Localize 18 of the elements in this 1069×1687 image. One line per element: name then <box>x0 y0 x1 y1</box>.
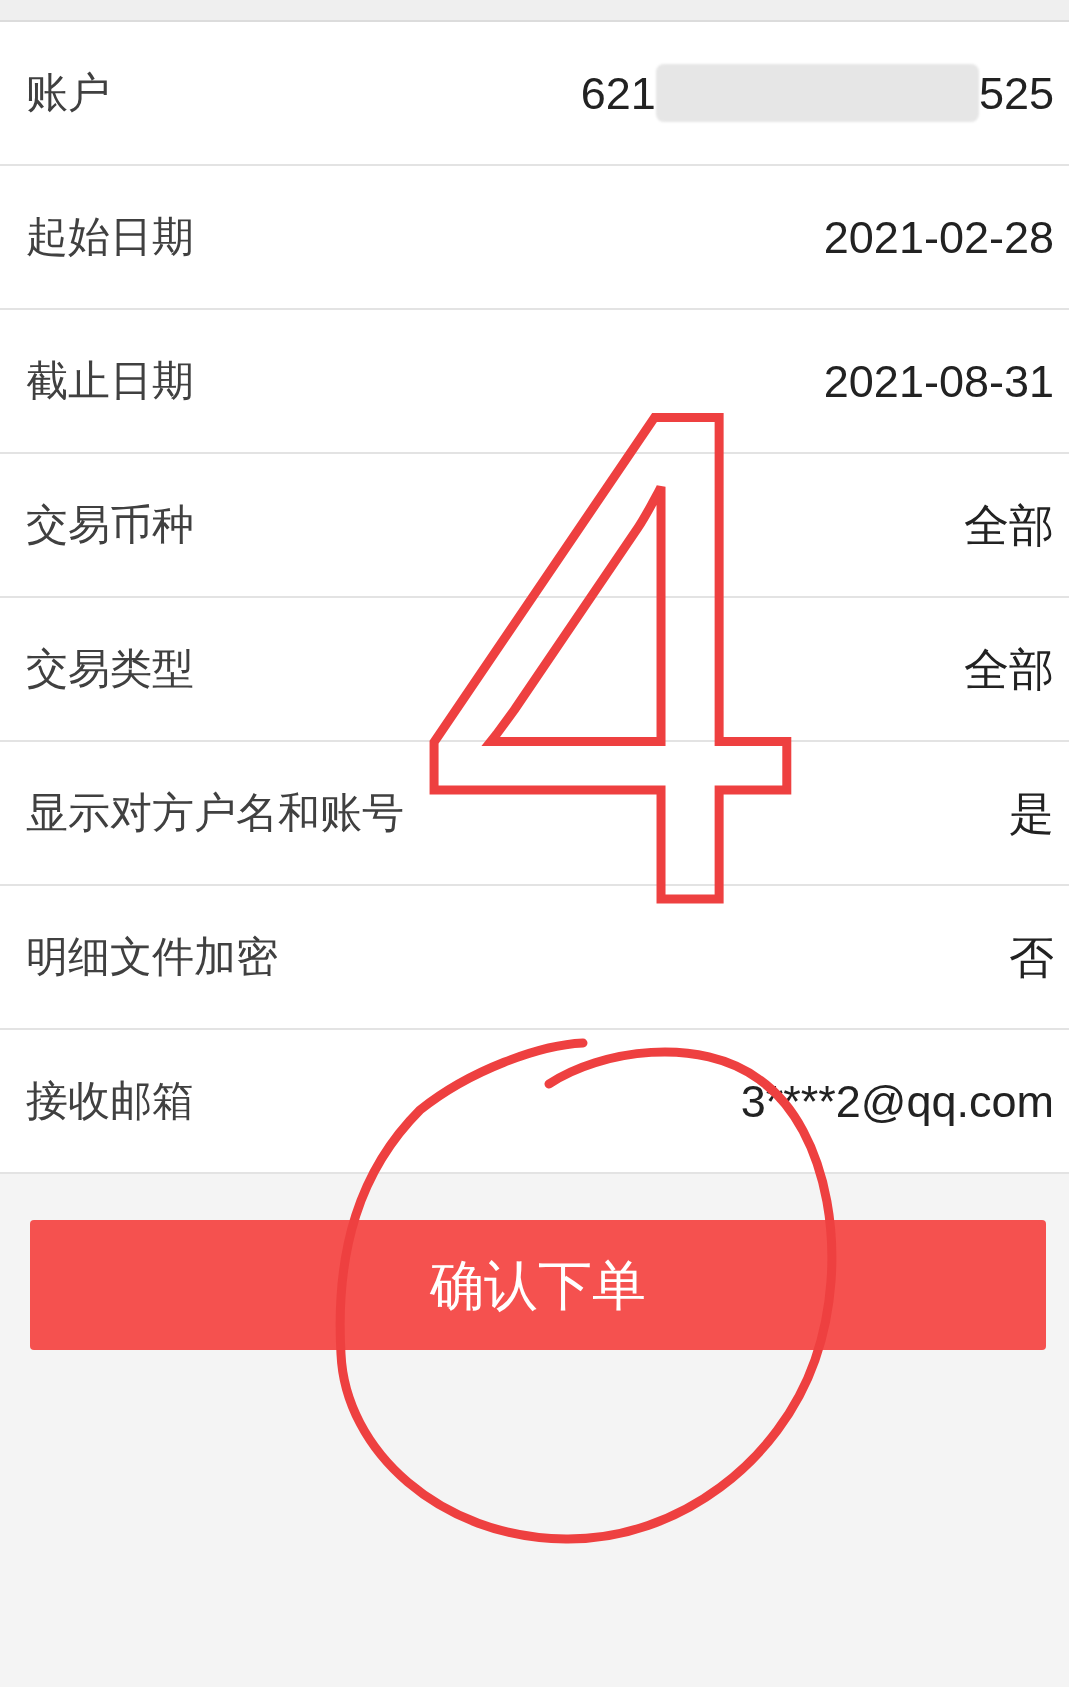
field-value: 是 <box>1009 790 1054 836</box>
field-label: 账户 <box>26 72 110 114</box>
field-label: 交易类型 <box>26 648 194 690</box>
field-label: 显示对方户名和账号 <box>26 792 404 834</box>
field-value: 525 <box>978 70 1054 116</box>
field-label: 截止日期 <box>26 360 194 402</box>
field-value: 621 <box>580 70 656 116</box>
field-label: 明细文件加密 <box>26 936 278 978</box>
field-label: 交易币种 <box>26 504 194 546</box>
field-label: 接收邮箱 <box>26 1080 194 1122</box>
field-value: 2021-08-31 <box>823 358 1054 404</box>
field-value: 2021-02-28 <box>823 214 1054 260</box>
form-row[interactable]: 账户 621 525 <box>0 22 1069 166</box>
field-value: 否 <box>1009 934 1054 980</box>
field-value: 全部 <box>964 502 1054 548</box>
form-row[interactable]: 起始日期 2021-02-28 <box>0 166 1069 310</box>
field-value: 全部 <box>964 646 1054 692</box>
field-label: 起始日期 <box>26 216 194 258</box>
